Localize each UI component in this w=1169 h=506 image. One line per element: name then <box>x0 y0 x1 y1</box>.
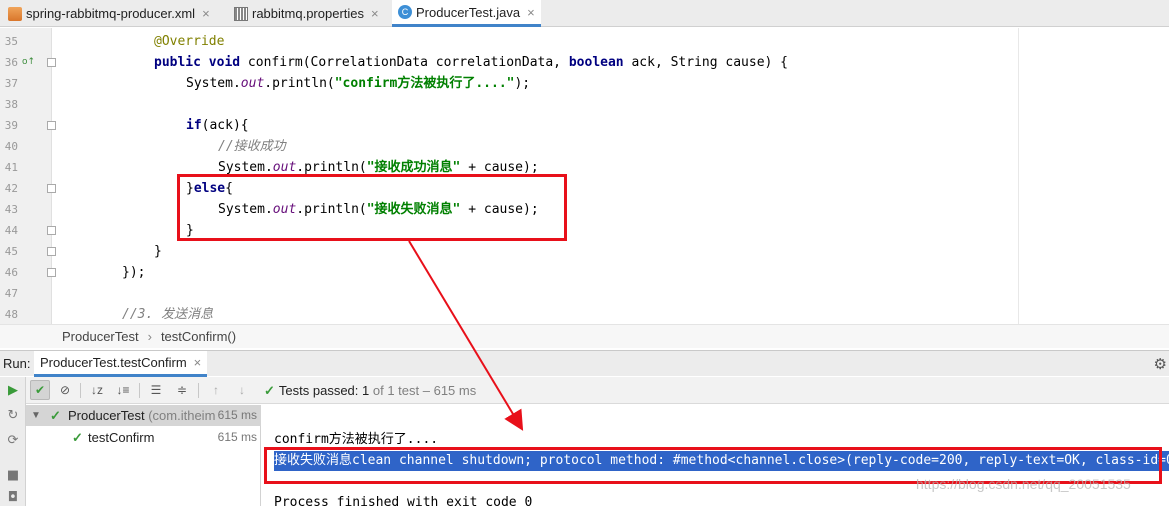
annotation-arrow <box>408 240 524 431</box>
watermark: https://blog.csdn.net/qq_20051535 <box>916 476 1131 492</box>
